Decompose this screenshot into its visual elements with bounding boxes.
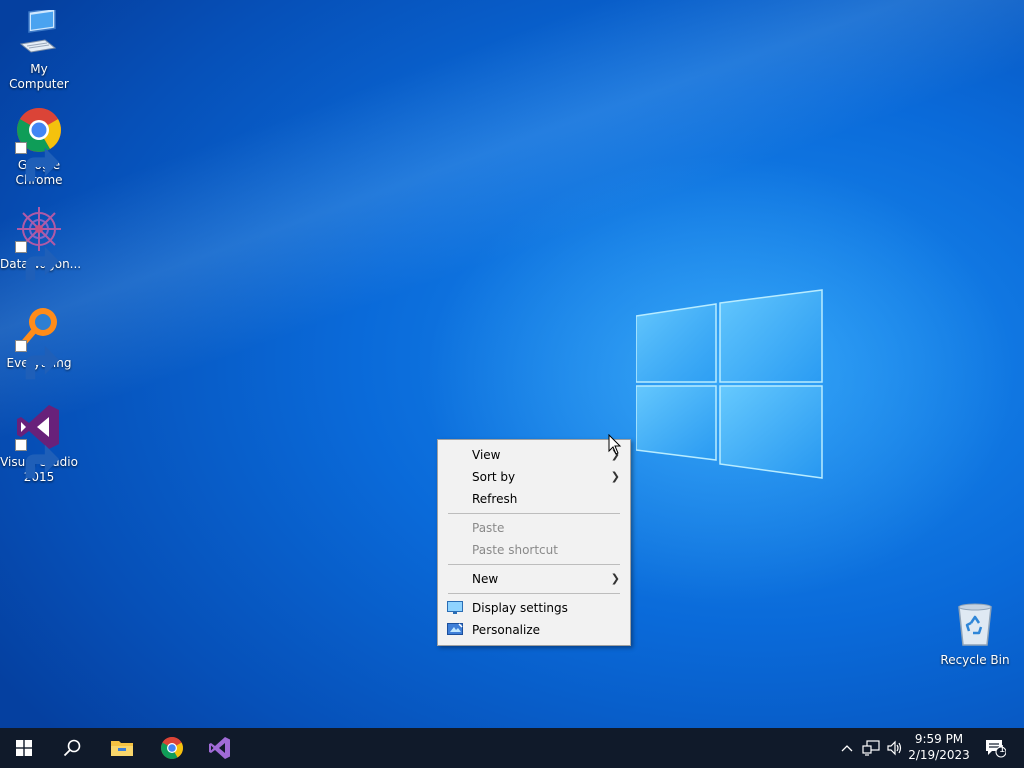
desktop-icon-everything[interactable]: Everything [0, 304, 78, 380]
desktop[interactable]: My Computer Google Chrome [0, 0, 1024, 728]
menu-item-personalize[interactable]: Personalize [438, 619, 630, 641]
desktop-icon-my-computer[interactable]: My Computer [0, 7, 78, 92]
menu-item-new[interactable]: New ❯ [438, 568, 630, 590]
menu-separator [448, 564, 620, 565]
menu-item-label: Personalize [472, 623, 541, 637]
personalize-icon [447, 623, 463, 635]
wallpaper-windows-logo [636, 289, 823, 479]
search-icon [63, 739, 81, 757]
display-settings-icon [447, 601, 463, 614]
taskbar-clock[interactable]: 9:59 PM 2/19/2023 [902, 728, 976, 768]
menu-separator [448, 513, 620, 514]
menu-item-view[interactable]: View ❯ [438, 444, 630, 466]
taskbar-file-explorer[interactable] [98, 728, 146, 768]
menu-item-display-settings[interactable]: Display settings [438, 597, 630, 619]
menu-item-label: View [472, 448, 501, 462]
menu-item-label: Display settings [472, 601, 568, 615]
my-computer-icon [15, 7, 63, 58]
chrome-icon [15, 106, 63, 182]
mouse-cursor-icon [608, 434, 622, 455]
menu-item-label: Refresh [472, 492, 518, 506]
menu-item-label: Sort by [472, 470, 516, 484]
desktop-icon-label: My Computer [9, 62, 69, 91]
everything-icon [15, 304, 63, 380]
chevron-right-icon: ❯ [610, 470, 620, 483]
network-icon [862, 740, 880, 756]
desktop-icon-google-chrome[interactable]: Google Chrome [0, 106, 78, 188]
chrome-icon [161, 737, 183, 759]
menu-item-refresh[interactable]: Refresh [438, 488, 630, 510]
search-button[interactable] [48, 728, 96, 768]
taskbar-visual-studio[interactable] [196, 728, 244, 768]
datawagon-icon [15, 205, 63, 281]
start-button[interactable] [0, 728, 48, 768]
shortcut-arrow-icon [15, 439, 60, 479]
taskbar: 9:59 PM 2/19/2023 1 [0, 728, 1024, 768]
shortcut-arrow-icon [15, 142, 60, 182]
action-center-button[interactable]: 1 [978, 728, 1012, 768]
file-explorer-icon [111, 741, 133, 756]
network-tray-button[interactable] [860, 728, 882, 768]
menu-item-label: Paste shortcut [472, 543, 558, 557]
menu-item-paste[interactable]: Paste [438, 517, 630, 539]
taskbar-chrome[interactable] [148, 728, 196, 768]
clock-time: 9:59 PM [914, 732, 964, 746]
desktop-icon-recycle-bin[interactable]: Recycle Bin [936, 601, 1014, 668]
visual-studio-icon [209, 737, 230, 759]
menu-separator [448, 593, 620, 594]
clock-date: 2/19/2023 [908, 748, 970, 762]
chevron-up-icon [841, 745, 853, 752]
chevron-right-icon: ❯ [610, 572, 620, 585]
notification-count-badge: 1 [999, 744, 1006, 755]
show-hidden-icons-button[interactable] [838, 728, 856, 768]
recycle-bin-icon [951, 601, 999, 649]
desktop-icon-label: Recycle Bin [940, 653, 1010, 667]
desktop-icon-visual-studio[interactable]: Visual Studio 2015 [0, 403, 78, 485]
shortcut-arrow-icon [15, 241, 60, 281]
menu-item-sort-by[interactable]: Sort by ❯ [438, 466, 630, 488]
menu-item-paste-shortcut[interactable]: Paste shortcut [438, 539, 630, 561]
menu-item-label: New [472, 572, 499, 586]
menu-item-label: Paste [472, 521, 505, 535]
visual-studio-icon [15, 403, 63, 479]
desktop-icon-datawagon[interactable]: DataWagon... [0, 205, 81, 281]
shortcut-arrow-icon [15, 340, 60, 380]
windows-start-icon [16, 740, 32, 756]
desktop-context-menu: View ❯ Sort by ❯ Refresh Paste Paste sho… [437, 439, 631, 646]
